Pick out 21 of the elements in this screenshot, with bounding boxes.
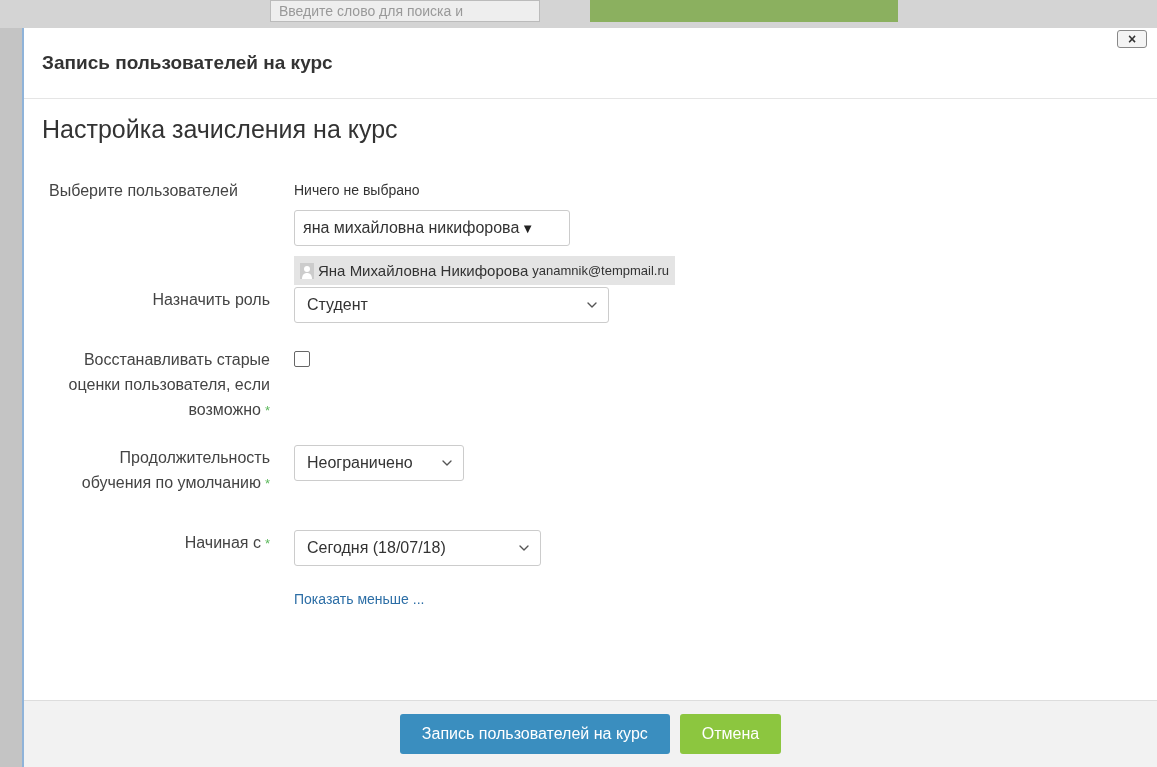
checkbox[interactable] bbox=[294, 351, 310, 367]
field-label: Выберите пользователей bbox=[48, 181, 239, 201]
dialog-title: Запись пользователей на курс bbox=[42, 52, 333, 74]
select-field[interactable]: Неограничено bbox=[294, 445, 464, 481]
select-field[interactable]: Сегодня (18/07/18) bbox=[294, 530, 541, 566]
required-mark: * bbox=[264, 476, 270, 491]
section-heading: Настройка зачисления на курс bbox=[42, 115, 399, 144]
field-label: Продолжительность обучения по умолчанию * bbox=[80, 448, 270, 493]
field-label: Восстанавливать старые оценки пользователя, если возможно * bbox=[67, 350, 270, 420]
show-less-link[interactable]: Показать меньше ... bbox=[294, 591, 425, 607]
close-button[interactable]: × bbox=[1117, 30, 1147, 48]
user-suggestion[interactable]: Яна Михайловна Никифорова yanamnik@tempmail.ru bbox=[294, 256, 675, 285]
field-label: Начиная с * bbox=[183, 533, 270, 553]
required-mark: * bbox=[264, 403, 270, 418]
required-mark: * bbox=[264, 536, 270, 551]
field-label: Назначить роль bbox=[151, 290, 270, 310]
user-avatar-icon bbox=[300, 262, 314, 279]
search-field[interactable]: яна михайловна никифорова▼ bbox=[294, 210, 570, 246]
select-field[interactable]: Студент bbox=[294, 287, 609, 323]
enrol-button[interactable]: Запись пользователей на курс bbox=[399, 714, 670, 754]
selection-status: Ничего не выбрано bbox=[294, 181, 420, 200]
